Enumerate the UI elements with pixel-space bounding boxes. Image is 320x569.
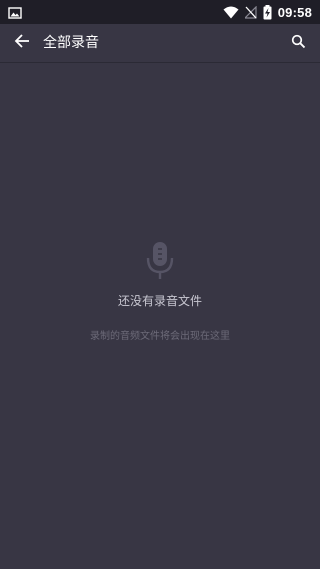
- no-signal-icon: [244, 5, 257, 19]
- image-icon: [8, 5, 22, 19]
- status-bar: 09:58: [0, 0, 320, 24]
- status-time: 09:58: [277, 4, 312, 20]
- arrow-back-icon: [14, 33, 30, 53]
- back-button[interactable]: [8, 29, 36, 57]
- all-recordings-screen: 09:58 全部录音 还没有录音文件 录制的音频文件将会出现在这里: [0, 0, 320, 569]
- search-icon: [291, 34, 306, 53]
- app-bar: 全部录音: [0, 24, 320, 63]
- empty-state-title: 还没有录音文件: [117, 294, 202, 308]
- empty-state-subtitle: 录制的音频文件将会出现在这里: [90, 331, 230, 342]
- status-icons: 09:58: [223, 0, 312, 24]
- empty-state: 还没有录音文件 录制的音频文件将会出现在这里: [0, 240, 320, 342]
- battery-charging-icon: [263, 4, 272, 20]
- page-title: 全部录音: [43, 35, 99, 51]
- microphone-icon: [145, 240, 175, 282]
- wifi-icon: [223, 6, 239, 19]
- search-button[interactable]: [284, 29, 312, 57]
